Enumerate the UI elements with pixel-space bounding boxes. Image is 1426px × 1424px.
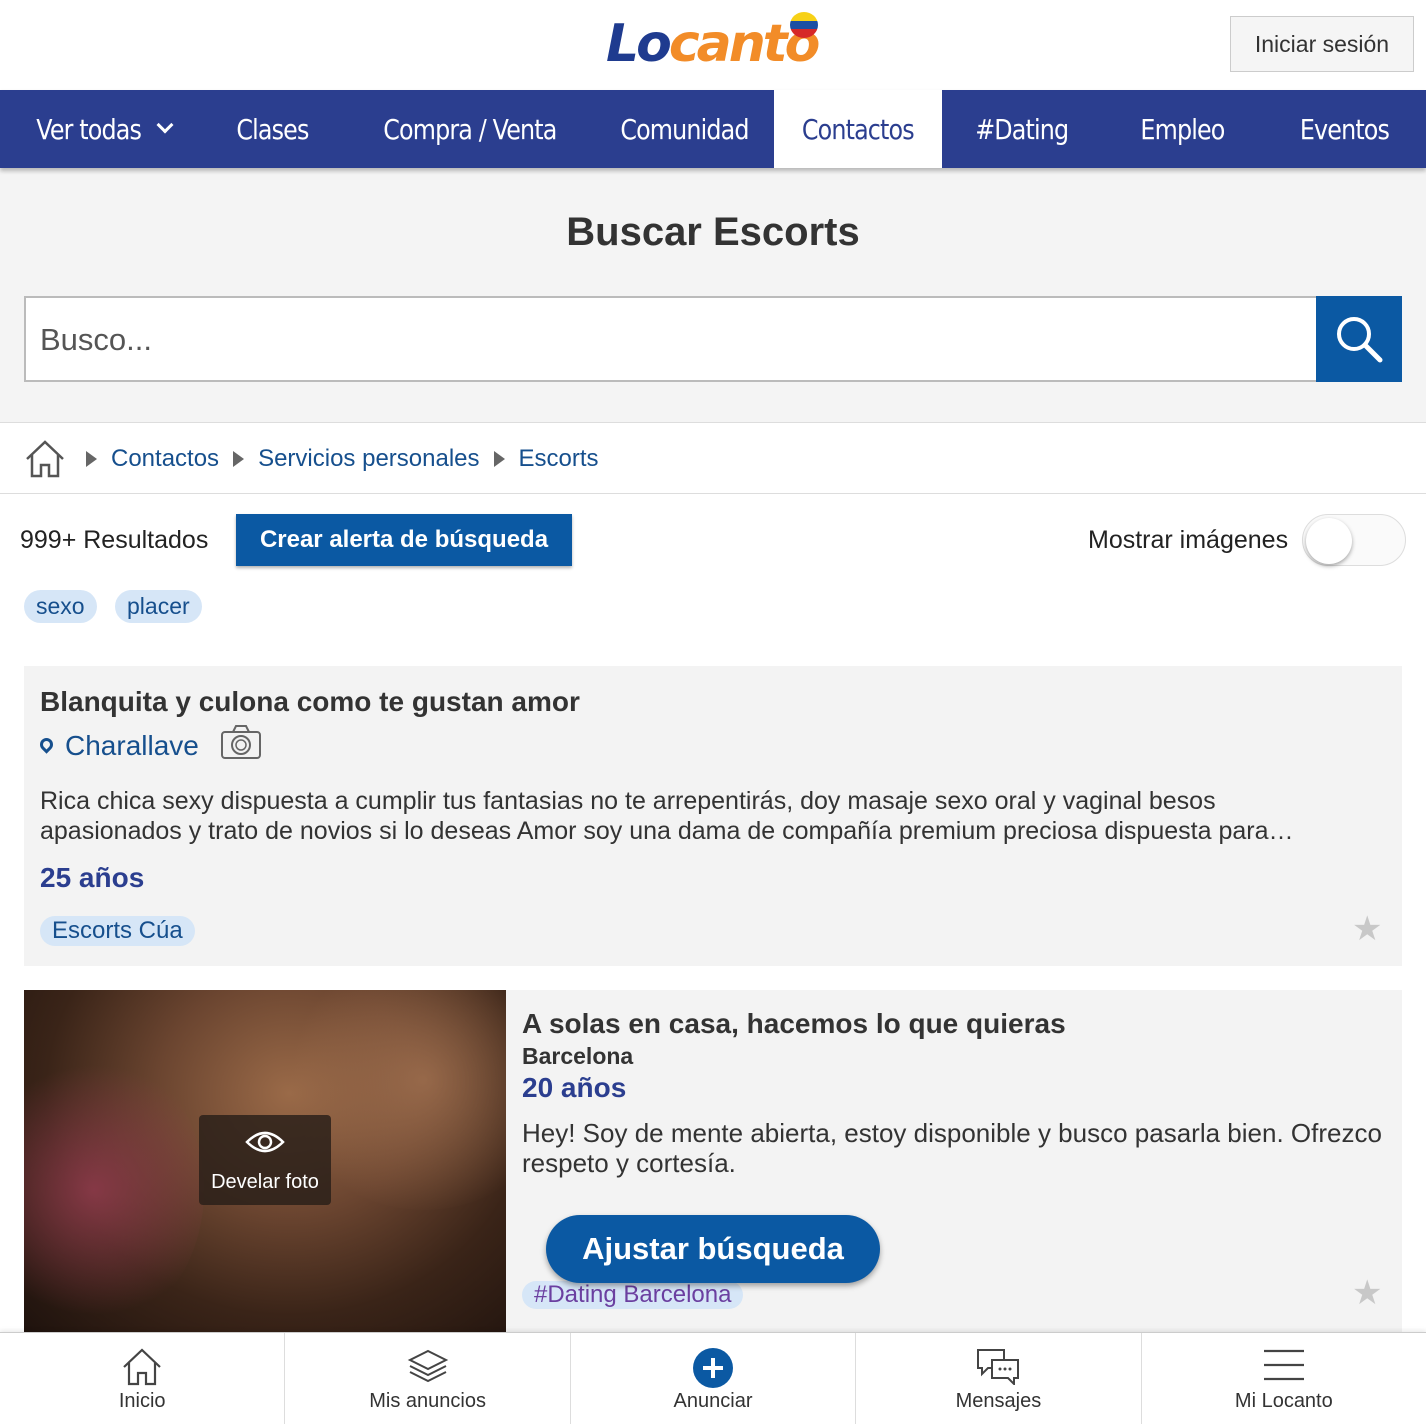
nav-item-ver-todas[interactable]: Ver todas (0, 90, 198, 168)
eye-icon (245, 1131, 285, 1153)
create-search-alert-button[interactable]: Crear alerta de búsqueda (236, 514, 572, 566)
breadcrumb-contactos[interactable]: Contactos (111, 445, 219, 473)
home-icon (123, 1348, 161, 1386)
breadcrumb-escorts[interactable]: Escorts (519, 445, 599, 473)
tab-inicio[interactable]: Inicio (0, 1333, 286, 1424)
tag-sexo[interactable]: sexo (24, 590, 97, 623)
plus-circle-icon (693, 1348, 734, 1388)
listing-age: 20 años (522, 1072, 627, 1103)
favorite-star-icon[interactable]: ★ (1352, 1276, 1382, 1310)
tab-mensajes[interactable]: Mensajes (856, 1333, 1142, 1424)
results-count: 999+ Resultados (20, 526, 209, 554)
listing-title[interactable]: A solas en casa, hacemos lo que quieras (522, 1008, 1066, 1040)
nav-item-eventos[interactable]: Eventos (1262, 90, 1426, 168)
listing-photo-blurred[interactable]: Develar foto (24, 990, 506, 1335)
header: Locanto Iniciar sesión (0, 0, 1426, 90)
venezuela-flag-icon (790, 12, 818, 38)
show-images-toggle[interactable] (1302, 514, 1406, 566)
listing-card[interactable]: Develar foto A solas en casa, hacemos lo… (24, 990, 1402, 1335)
nav-item-dating[interactable]: #Dating (942, 90, 1102, 168)
listing-age: 25 años (40, 862, 145, 893)
listing-category[interactable]: Escorts Cúa (40, 916, 195, 946)
chevron-down-icon (156, 116, 174, 134)
locanto-logo[interactable]: Locanto (606, 14, 820, 74)
tab-anunciar[interactable]: Anunciar (571, 1333, 857, 1424)
category-nav: Ver todas Clases Compra / Venta Comunida… (0, 90, 1426, 168)
breadcrumb-servicios-personales[interactable]: Servicios personales (258, 445, 479, 473)
search-section: Buscar Escorts Busco... (0, 168, 1426, 423)
nav-item-empleo[interactable]: Empleo (1102, 90, 1262, 168)
toggle-knob (1306, 518, 1352, 564)
home-icon[interactable] (24, 439, 66, 479)
search-button[interactable] (1316, 296, 1402, 382)
breadcrumb-separator-icon (233, 450, 245, 467)
bottom-tab-bar: Inicio Mis anuncios Anunciar Mensajes Mi… (0, 1332, 1426, 1424)
listing-location: Charallave (37, 730, 199, 762)
tab-mis-anuncios[interactable]: Mis anuncios (285, 1333, 571, 1424)
adjust-search-button[interactable]: Ajustar búsqueda (546, 1215, 880, 1283)
search-input[interactable]: Busco... (24, 296, 1316, 382)
nav-item-contactos[interactable]: Contactos (774, 90, 942, 168)
listing-title[interactable]: Blanquita y culona como te gustan amor (40, 686, 580, 718)
tag-placer[interactable]: placer (115, 590, 202, 623)
tab-mi-locanto[interactable]: Mi Locanto (1142, 1333, 1426, 1424)
camera-icon (221, 725, 261, 759)
listing-category[interactable]: #Dating Barcelona (522, 1281, 744, 1309)
favorite-star-icon[interactable]: ★ (1352, 912, 1382, 946)
show-images-label: Mostrar imágenes (1088, 526, 1289, 554)
breadcrumb-separator-icon (493, 450, 505, 467)
search-icon (1337, 317, 1383, 363)
nav-item-compra-venta[interactable]: Compra / Venta (346, 90, 594, 168)
breadcrumb: Contactos Servicios personales Escorts (0, 424, 1426, 494)
listing-description: Hey! Soy de mente abierta, estoy disponi… (522, 1118, 1382, 1178)
nav-item-clases[interactable]: Clases (198, 90, 346, 168)
breadcrumb-separator-icon (86, 450, 97, 467)
listing-description: Rica chica sexy dispuesta a cumplir tus … (40, 787, 1294, 845)
menu-icon (1263, 1349, 1304, 1381)
chat-icon (977, 1349, 1020, 1385)
login-button[interactable]: Iniciar sesión (1230, 16, 1414, 72)
nav-item-comunidad[interactable]: Comunidad (594, 90, 774, 168)
listing-location: Barcelona (522, 1043, 634, 1069)
reveal-photo-button[interactable]: Develar foto (199, 1115, 331, 1205)
layers-icon (407, 1349, 448, 1383)
listing-card[interactable]: Blanquita y culona como te gustan amor C… (24, 666, 1402, 966)
location-pin-icon (37, 734, 56, 754)
page-title: Buscar Escorts (566, 210, 860, 254)
